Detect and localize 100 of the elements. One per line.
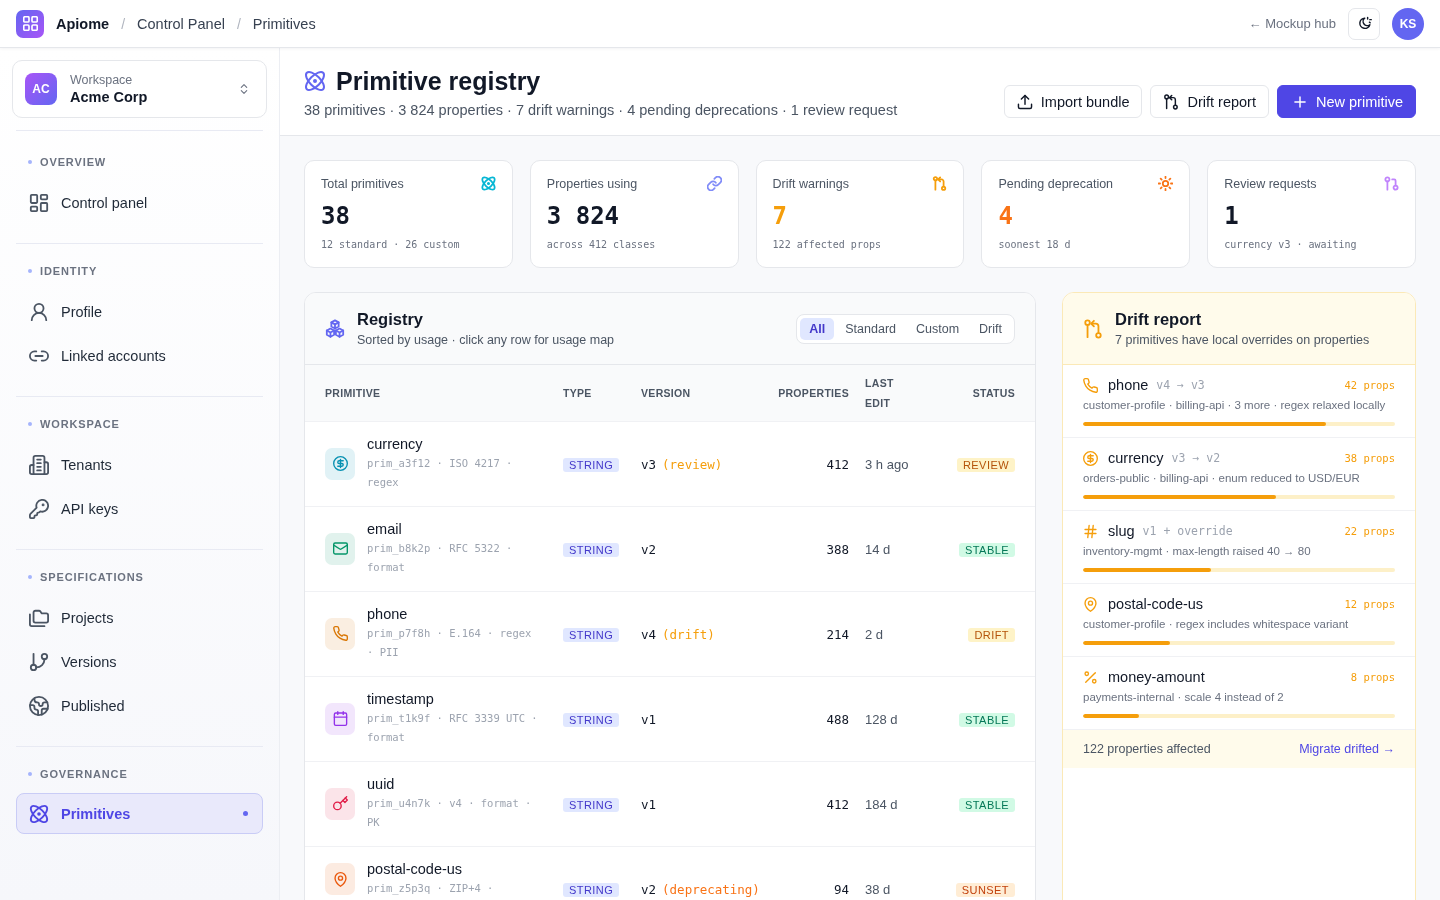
map-pin-icon <box>1083 596 1098 612</box>
version-change: v1 + override <box>1142 524 1233 538</box>
breadcrumb-link[interactable]: Control Panel <box>137 15 225 32</box>
column-header: VERSION <box>641 386 692 401</box>
stat-label: Review requests <box>1224 176 1317 191</box>
panel-title: Registry <box>357 310 425 329</box>
secondary-button[interactable]: Import bundle <box>1003 85 1143 118</box>
bullet-icon <box>28 269 32 273</box>
folders-icon <box>29 608 49 628</box>
sidebar-item[interactable]: Tenants <box>16 443 263 487</box>
back-link[interactable]: ← Mockup hub <box>1248 16 1336 31</box>
status-tag: DRIFT <box>968 627 1015 642</box>
stat-value: 4 <box>998 201 1014 231</box>
status-tag: STABLE <box>959 797 1015 812</box>
drift-detail: payments-internal · scale 4 instead of 2 <box>1083 691 1285 703</box>
stat-detail: 122 affected props <box>772 239 882 250</box>
status-tag: STABLE <box>959 542 1015 557</box>
props-count: 12 props <box>1344 598 1395 610</box>
theme-toggle-button[interactable] <box>1348 7 1380 40</box>
properties-count: 488 <box>826 712 849 727</box>
sidebar-item[interactable]: Profile <box>16 290 263 334</box>
type-tag: STRING <box>563 542 620 557</box>
sidebar-item[interactable]: Control panel <box>16 181 263 225</box>
sidebar-item[interactable]: Projects <box>16 596 263 640</box>
status-tag: SUNSET <box>955 882 1015 897</box>
building-icon <box>29 455 49 475</box>
drift-detail: customer-profile · regex includes whitespace variant <box>1083 618 1350 630</box>
type-tag: STRING <box>563 797 620 812</box>
column-header: PROPERTIES <box>778 386 849 401</box>
stat-detail: currency v3 · awaiting <box>1224 239 1358 250</box>
section-label: WORKSPACE <box>40 418 120 430</box>
primary-button[interactable]: New primitive <box>1277 85 1416 118</box>
key-icon <box>29 499 49 519</box>
sidebar-item[interactable]: Primitives <box>16 793 263 834</box>
last-edit-time: 2 d <box>865 627 885 642</box>
status-tag: STABLE <box>959 712 1015 727</box>
migrate-link[interactable]: Migrate drifted → <box>1299 742 1395 756</box>
breadcrumb-link[interactable]: Primitives <box>252 15 316 32</box>
last-edit-time: 3 h ago <box>865 457 910 472</box>
version-text: v3 (review) <box>641 457 723 472</box>
last-edit-time: 38 d <box>865 882 892 897</box>
hash-icon <box>1083 523 1098 539</box>
drift-name[interactable]: currency <box>1108 450 1164 466</box>
drift-detail: customer-profile · billing-api · 3 more · regex relaxed locally <box>1083 399 1387 411</box>
sidebar-item[interactable]: Linked accounts <box>16 334 263 378</box>
secondary-button[interactable]: Drift report <box>1150 85 1269 118</box>
active-dot-icon <box>243 811 248 816</box>
section-label: SPECIFICATIONS <box>40 571 144 583</box>
version-text: v4 (drift) <box>641 627 715 642</box>
branch-icon <box>29 652 49 672</box>
moon-icon <box>1356 15 1372 32</box>
stat-detail: soonest 18 d <box>998 239 1072 250</box>
filter-tab[interactable]: Custom <box>907 317 969 340</box>
primitive-meta: prim_p7f8h · E.164 · regex · PII <box>367 626 533 660</box>
percent-icon <box>1083 669 1098 685</box>
bullet-icon <box>28 772 32 776</box>
stat-label: Total primitives <box>321 176 404 191</box>
app-logo-icon[interactable] <box>16 9 44 38</box>
primitive-meta: prim_u4n7k · v4 · format · PK <box>367 796 533 830</box>
drift-detail: orders-public · billing-api · enum reduced to USD/EUR <box>1083 472 1361 484</box>
drift-name[interactable]: phone <box>1108 377 1149 393</box>
stat-value: 7 <box>772 201 789 231</box>
brand-link[interactable]: Apiome <box>56 15 110 32</box>
sidebar-item[interactable]: API keys <box>16 487 263 531</box>
workspace-label: Workspace <box>70 73 134 87</box>
stat-label: Properties using <box>546 176 638 191</box>
column-header: TYPE <box>563 386 593 401</box>
drift-name[interactable]: slug <box>1108 523 1135 539</box>
last-edit-time: 14 d <box>865 542 892 557</box>
version-change: v3 → v2 <box>1171 451 1221 465</box>
primitive-name: email <box>367 520 403 538</box>
workspace-name: Acme Corp <box>70 89 149 105</box>
page-summary: 38 primitives · 3 824 properties · 7 drift warnings · 4 pending deprecations · 1 review request <box>304 102 898 118</box>
breadcrumb-separator: / <box>236 15 241 32</box>
drift-name[interactable]: postal-code-us <box>1108 596 1204 612</box>
user-avatar[interactable]: KS <box>1392 7 1424 40</box>
primitive-meta: prim_a3f12 · ISO 4217 · regex <box>367 456 514 490</box>
filter-tab[interactable]: All <box>800 317 835 340</box>
last-edit-time: 184 d <box>865 797 899 812</box>
workspace-switcher[interactable]: AC Workspace Acme Corp <box>12 60 267 118</box>
cubes-icon <box>325 318 345 339</box>
primitive-meta: prim_t1k9f · RFC 3339 UTC · format <box>367 711 539 745</box>
properties-count: 94 <box>833 882 849 897</box>
filter-tab[interactable]: Drift <box>970 317 1011 340</box>
primitive-name: uuid <box>367 775 396 793</box>
sidebar-item[interactable]: Versions <box>16 640 263 684</box>
column-header: LAST EDIT <box>865 376 895 411</box>
primitive-name: timestamp <box>367 690 435 708</box>
props-count: 42 props <box>1344 379 1395 391</box>
filter-tab[interactable]: Standard <box>836 317 905 340</box>
type-tag: STRING <box>563 882 620 897</box>
globe-icon <box>29 696 49 716</box>
type-tag: STRING <box>563 457 620 472</box>
section-label: OVERVIEW <box>40 156 107 168</box>
atom-icon <box>29 803 49 824</box>
drift-name[interactable]: money-amount <box>1108 669 1205 685</box>
sidebar-item[interactable]: Published <box>16 684 263 728</box>
affected-summary: 122 properties affected <box>1083 742 1211 756</box>
version-text: v2 <box>641 542 657 557</box>
dollar-icon <box>1083 450 1098 466</box>
